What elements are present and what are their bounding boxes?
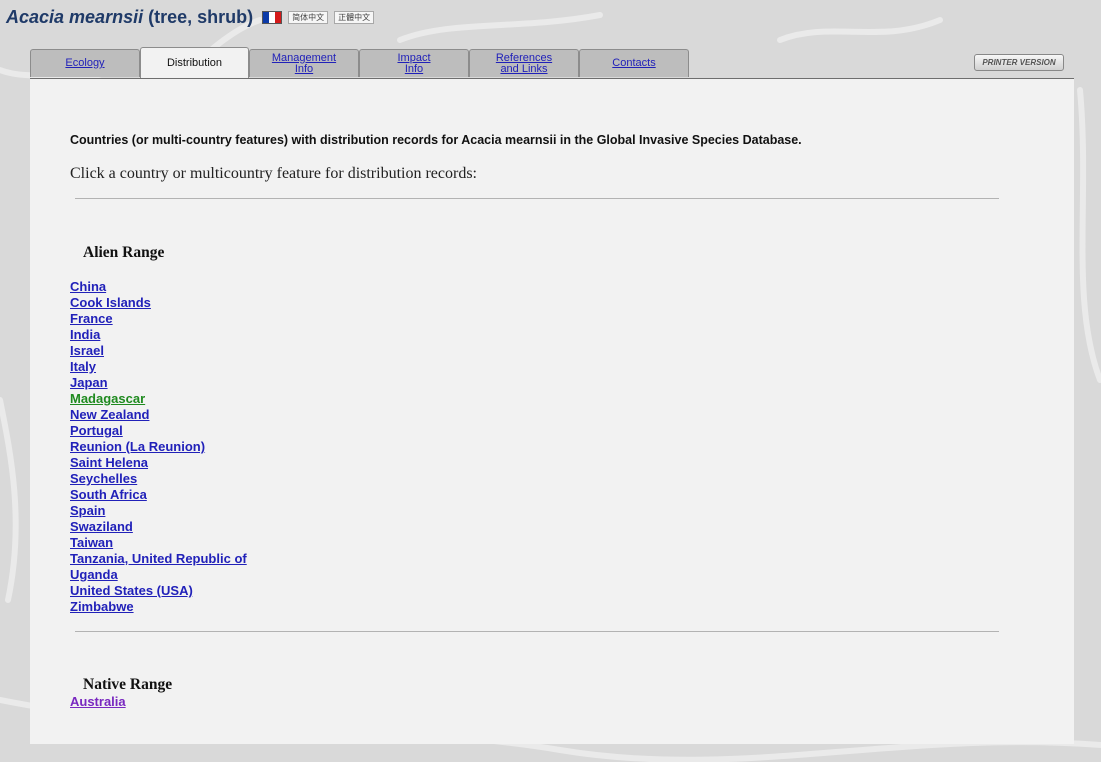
tab-impact-info-link[interactable]: Impact Info: [397, 52, 430, 75]
country-link[interactable]: Reunion (La Reunion): [70, 439, 205, 454]
country-link[interactable]: France: [70, 311, 113, 326]
tab-contacts-link[interactable]: Contacts: [612, 58, 655, 69]
country-link[interactable]: Swaziland: [70, 519, 133, 534]
scientific-name: Acacia mearnsii: [6, 6, 144, 27]
tab-references-and-links[interactable]: References and Links: [469, 49, 579, 77]
traditional-chinese-button[interactable]: 正體中文: [334, 10, 375, 24]
species-title: Acacia mearnsii (tree, shrub): [6, 7, 253, 28]
tab-ecology-link[interactable]: Ecology: [65, 58, 104, 69]
distribution-panel: Countries (or multi-country features) wi…: [30, 79, 1074, 744]
country-link[interactable]: Italy: [70, 359, 96, 374]
list-item: United States (USA): [70, 583, 247, 599]
printer-version-button[interactable]: PRINTER VERSION: [974, 54, 1064, 71]
list-item: Japan: [70, 375, 247, 391]
divider-bottom: [75, 631, 999, 632]
list-item: New Zealand: [70, 407, 247, 423]
click-instruction: Click a country or multicountry feature …: [70, 165, 477, 182]
country-link[interactable]: India: [70, 327, 100, 342]
country-link[interactable]: Uganda: [70, 567, 118, 582]
country-link[interactable]: China: [70, 279, 106, 294]
list-item: Taiwan: [70, 535, 247, 551]
list-item: Swaziland: [70, 519, 247, 535]
alien-range-heading: Alien Range: [83, 244, 165, 261]
tab-distribution-label: Distribution: [166, 57, 223, 69]
french-flag-icon[interactable]: [262, 10, 283, 24]
list-item: Madagascar: [70, 391, 247, 407]
country-link[interactable]: United States (USA): [70, 583, 193, 598]
list-item: Zimbabwe: [70, 599, 247, 615]
list-item: Italy: [70, 359, 247, 375]
list-item: Tanzania, United Republic of: [70, 551, 247, 567]
country-link[interactable]: Tanzania, United Republic of: [70, 551, 247, 566]
list-item: Spain: [70, 503, 247, 519]
list-item: Cook Islands: [70, 295, 247, 311]
tab-contacts[interactable]: Contacts: [579, 49, 689, 77]
alien-range-list: China Cook Islands France India Israel Italy J…: [70, 279, 247, 615]
country-link[interactable]: Japan: [70, 375, 108, 390]
divider-top: [75, 198, 999, 199]
intro-text: Countries (or multi-country features) wi…: [70, 133, 802, 147]
list-item: Saint Helena: [70, 455, 247, 471]
page-header: Acacia mearnsii (tree, shrub) 简体中文 正體中文: [6, 6, 375, 28]
country-link[interactable]: Seychelles: [70, 471, 137, 486]
flag-stripe-red: [275, 11, 282, 23]
country-link[interactable]: Taiwan: [70, 535, 113, 550]
tab-references-link[interactable]: References and Links: [496, 52, 552, 75]
list-item: China: [70, 279, 247, 295]
list-item: Portugal: [70, 423, 247, 439]
country-link[interactable]: South Africa: [70, 487, 147, 502]
native-range-list: Australia: [70, 694, 126, 710]
country-link[interactable]: New Zealand: [70, 407, 149, 422]
tab-ecology[interactable]: Ecology: [30, 49, 140, 77]
country-link[interactable]: Cook Islands: [70, 295, 151, 310]
tab-impact-info[interactable]: Impact Info: [359, 49, 469, 77]
list-item: Uganda: [70, 567, 247, 583]
tab-distribution[interactable]: Distribution: [140, 47, 249, 79]
tab-bar: Ecology Distribution Management Info Impa…: [30, 47, 1074, 79]
native-range-heading: Native Range: [83, 676, 173, 693]
tab-bar-baseline: [30, 78, 1074, 79]
list-item: Israel: [70, 343, 247, 359]
list-item: India: [70, 327, 247, 343]
country-link[interactable]: Zimbabwe: [70, 599, 134, 614]
country-link[interactable]: Madagascar: [70, 391, 145, 406]
tab-management-info[interactable]: Management Info: [249, 49, 359, 77]
list-item: Seychelles: [70, 471, 247, 487]
tab-management-info-link[interactable]: Management Info: [272, 52, 336, 75]
country-link[interactable]: Israel: [70, 343, 104, 358]
country-link[interactable]: Portugal: [70, 423, 123, 438]
country-link[interactable]: Saint Helena: [70, 455, 148, 470]
list-item: Reunion (La Reunion): [70, 439, 247, 455]
country-link[interactable]: Spain: [70, 503, 105, 518]
country-link-native[interactable]: Australia: [70, 694, 126, 709]
list-item: South Africa: [70, 487, 247, 503]
list-item: France: [70, 311, 247, 327]
simplified-chinese-button[interactable]: 简体中文: [288, 10, 329, 24]
common-names: (tree, shrub): [143, 6, 254, 27]
